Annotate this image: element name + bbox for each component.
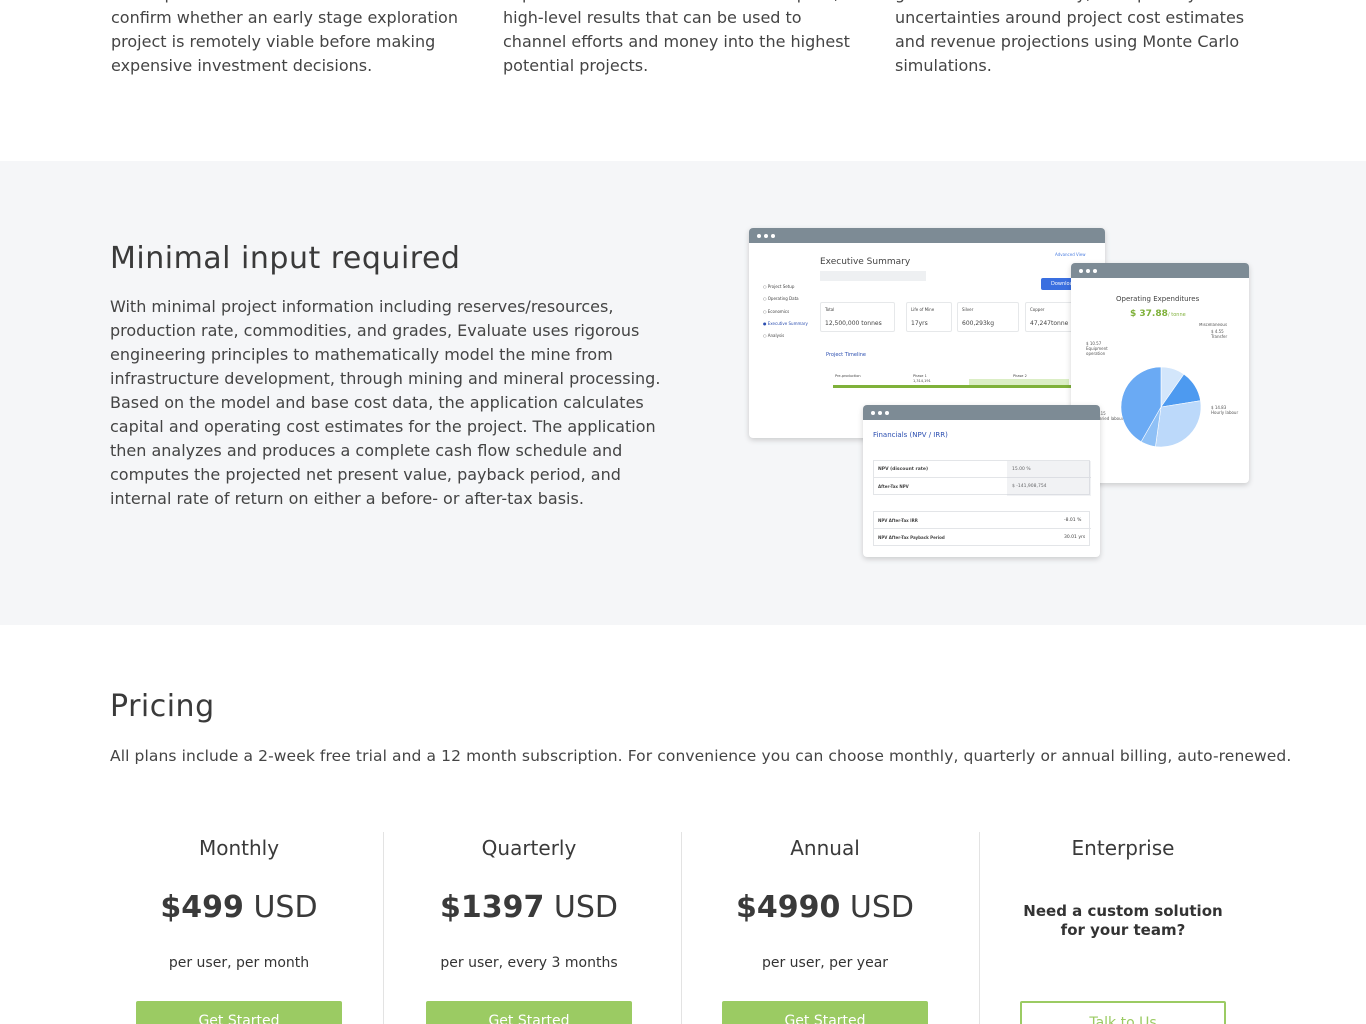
plan-period: per user, every 3 months [440, 955, 618, 971]
mock-timeline-title: Project Timeline [826, 352, 866, 358]
mock-nav-item: ○ Operating Data [763, 296, 799, 301]
mock-timeline: Pre-production Phase 1 1,314,191 Phase 2… [833, 374, 1097, 392]
mock-fin-table: NPV (discount rate) 15.00 % After-Tax NP… [873, 460, 1091, 496]
features-section: developers and investors to assess or co… [0, 0, 1366, 161]
pie-slice [1155, 400, 1202, 448]
plan-amount: $1397 [439, 890, 545, 925]
get-started-button[interactable]: Get Started [722, 1001, 928, 1024]
plan-period: per user, per month [168, 955, 310, 971]
pie-label: Hourly labour [1211, 410, 1238, 415]
window-titlebar [749, 228, 1105, 243]
feature-column-2: explorers and investors—it delivers quic… [503, 0, 873, 78]
financials-mockup: Financials (NPV / IRR) NPV (discount rat… [863, 405, 1100, 557]
mock-opex-unit: / tonne [1168, 312, 1186, 318]
mock-opex-title: Operating Expenditures [1116, 295, 1200, 303]
mock-search-bar [820, 271, 926, 281]
mock-nav-item: ○ Analysis [763, 333, 785, 338]
plan-annual: Annual $4990 USD per user, per year Get … [677, 832, 973, 1024]
pie-label: Miscellaneous [1199, 323, 1227, 327]
plan-enterprise: Enterprise Need a custom solution for yo… [975, 832, 1271, 1024]
mock-nav-item: ○ Economics [763, 309, 790, 314]
window-titlebar [863, 405, 1100, 420]
plan-name: Enterprise [1071, 836, 1175, 860]
plan-amount: $4990 [735, 890, 841, 925]
minimal-input-section: Minimal input required With minimal proj… [0, 161, 1366, 625]
get-started-button[interactable]: Get Started [136, 1001, 342, 1024]
mock-stat-card: Silver 600,293kg [957, 302, 1019, 332]
plan-quarterly: Quarterly $1397 USD per user, every 3 mo… [381, 832, 677, 1024]
talk-to-us-button[interactable]: Talk to Us [1020, 1001, 1226, 1024]
mock-title: Executive Summary [820, 257, 911, 267]
plan-price: $499 USD [91, 890, 387, 925]
mock-nav-item-active: ● Executive Summary [763, 321, 808, 326]
pie-label: operation [1086, 351, 1106, 356]
plan-monthly: Monthly $499 USD per user, per month Get… [91, 832, 387, 1024]
mock-fin-table: NPV After-Tax IRR -8.01 % NPV After-Tax … [873, 511, 1091, 546]
feature-text: developers and investors to assess or co… [111, 0, 458, 75]
feature-text: grade and mill recovery, and quantify un… [895, 0, 1245, 75]
window-titlebar [1071, 263, 1249, 278]
plan-name: Annual [790, 836, 860, 860]
pricing-section: Pricing All plans include a 2-week free … [0, 625, 1366, 1024]
feature-text: explorers and investors—it delivers quic… [503, 0, 850, 75]
plan-name: Monthly [198, 836, 280, 860]
plan-amount: $499 [160, 890, 244, 925]
plan-name: Quarterly [481, 836, 577, 860]
plan-period: per user, per year [761, 955, 889, 971]
mock-stat-card: Total 12,500,000 tonnes [820, 302, 895, 332]
mock-opex-value: $ 37.88 [1130, 309, 1168, 319]
section-description: With minimal project information includi… [110, 297, 661, 508]
plan-price: $1397 USD [381, 890, 677, 925]
feature-column-3: grade and mill recovery, and quantify un… [895, 0, 1265, 78]
get-started-button[interactable]: Get Started [426, 1001, 632, 1024]
pricing-subtitle: All plans include a 2-week free trial an… [110, 747, 1292, 765]
plan-custom-text: Need a custom solution for your team? [1023, 902, 1223, 939]
pie-label: Transfer [1210, 334, 1227, 339]
plan-price: $4990 USD [677, 890, 973, 925]
feature-column-1: developers and investors to assess or co… [111, 0, 481, 78]
mock-nav-item: ○ Project Setup [763, 284, 795, 289]
plan-currency: USD [849, 890, 915, 925]
section-title: Minimal input required [110, 241, 461, 276]
plan-currency: USD [553, 890, 619, 925]
pricing-title: Pricing [110, 689, 215, 724]
mock-link: Advanced View [1055, 252, 1086, 257]
plan-currency: USD [253, 890, 318, 925]
mock-stat-card: Life of Mine 17yrs [906, 302, 952, 332]
mock-fin-title: Financials (NPV / IRR) [873, 431, 948, 439]
